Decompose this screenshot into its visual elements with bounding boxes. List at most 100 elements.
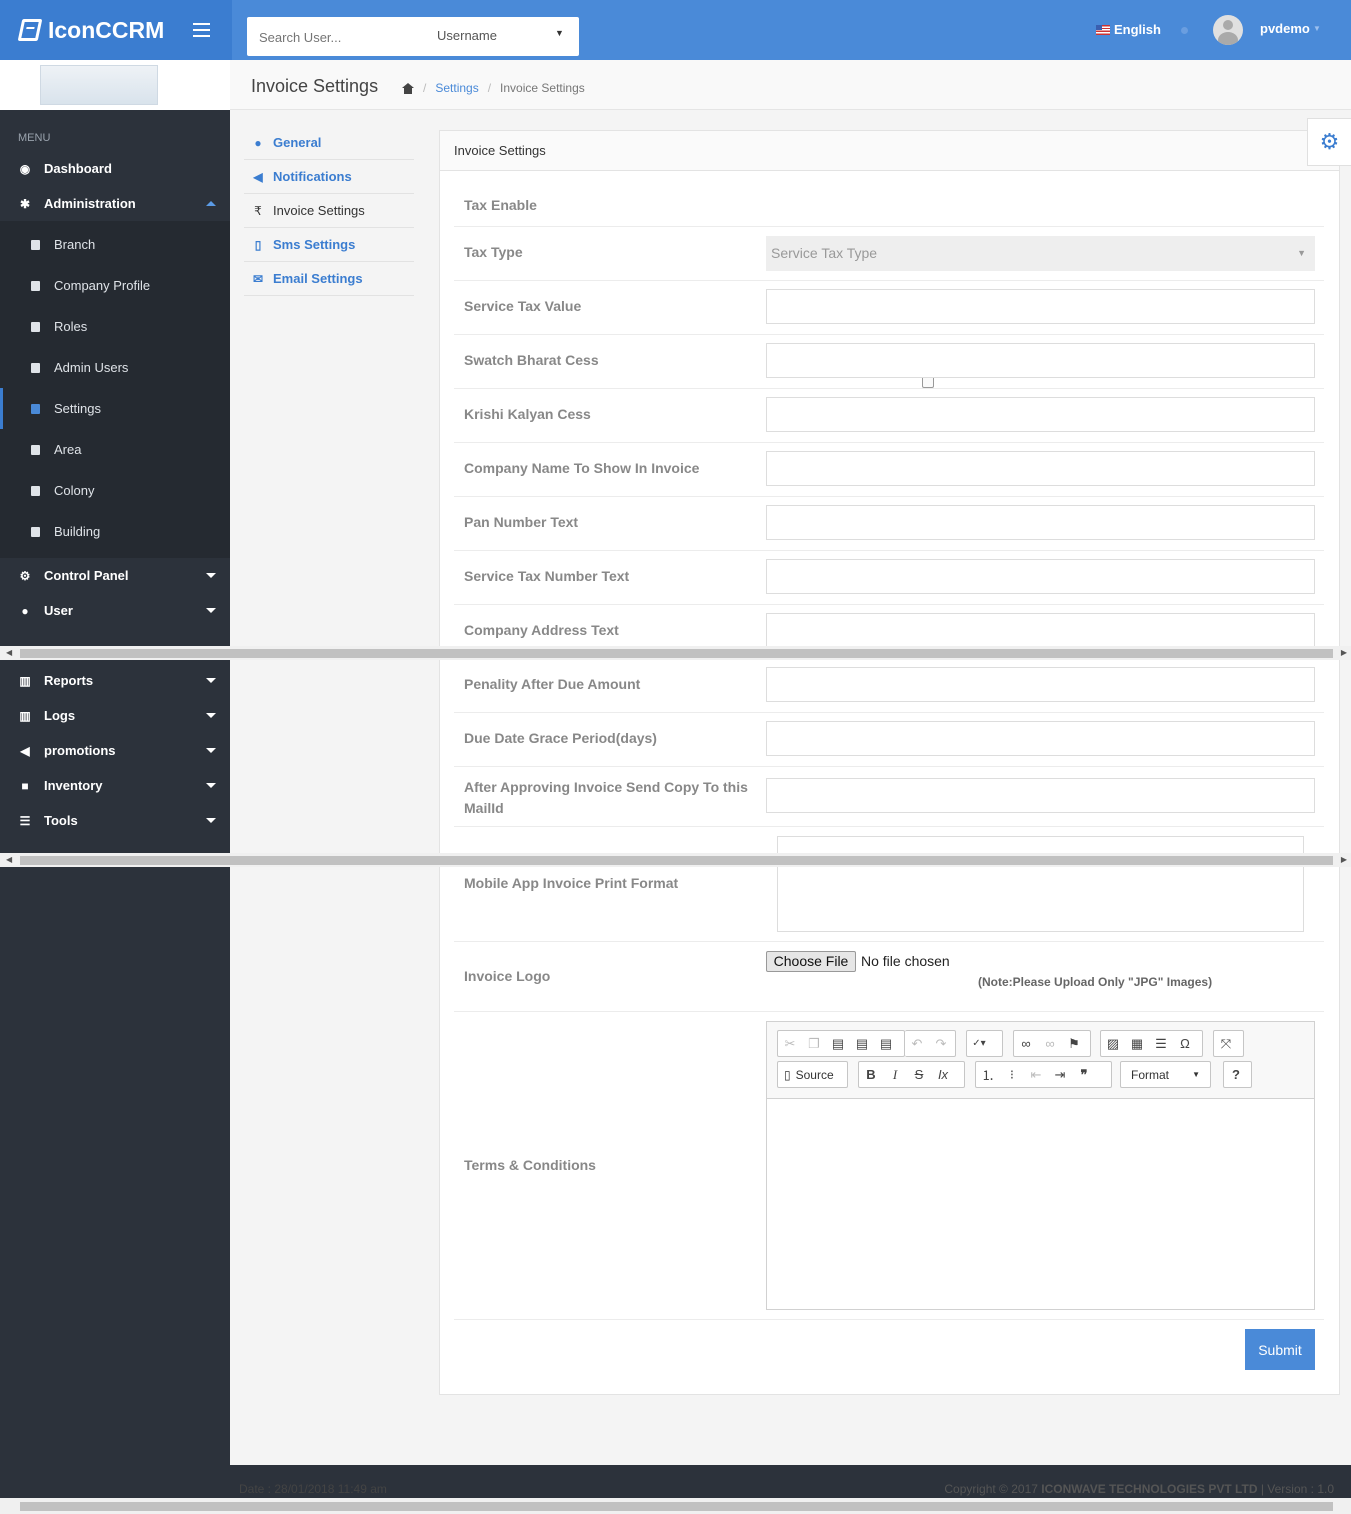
swatch-bharat-cess-input[interactable]	[766, 343, 1315, 378]
horizontal-line-icon[interactable]: ☰	[1149, 1031, 1173, 1056]
sidebar-item-area[interactable]: Area	[0, 429, 230, 470]
form-row-tax-type: Tax Type Service Tax Type ▼	[454, 227, 1324, 281]
settings-nav-general[interactable]: ● General	[244, 126, 414, 160]
horizontal-scrollbar[interactable]: ◀ ▶	[0, 853, 1351, 867]
home-icon[interactable]	[402, 82, 414, 94]
indent-icon[interactable]: ⇥	[1048, 1062, 1072, 1087]
chevron-down-icon: ▼	[1192, 1070, 1200, 1079]
file-icon	[31, 444, 40, 455]
help-icon[interactable]: ?	[1224, 1062, 1248, 1087]
table-icon[interactable]: ▦	[1125, 1031, 1149, 1056]
form-row: Company Name To Show In Invoice	[454, 443, 1324, 497]
footer-copyright: Copyright © 2017 ICONWAVE TECHNOLOGIES P…	[944, 1482, 1334, 1496]
sidebar-item-colony[interactable]: Colony	[0, 470, 230, 511]
sidebar-item-dashboard[interactable]: ◉ Dashboard	[0, 151, 230, 186]
field-label: Company Name To Show In Invoice	[464, 460, 700, 476]
tax-type-label: Tax Type	[464, 244, 523, 260]
settings-gear-button[interactable]: ⚙	[1307, 118, 1351, 166]
sidebar-item-user[interactable]: ● User	[0, 593, 230, 628]
numbered-list-icon[interactable]: ⒈	[976, 1062, 1000, 1087]
settings-nav-notifications[interactable]: ◀ Notifications	[244, 160, 414, 194]
sidebar-item-building[interactable]: Building	[0, 511, 230, 552]
image-icon[interactable]: ▨	[1101, 1031, 1125, 1056]
bold-icon[interactable]: B	[859, 1062, 883, 1087]
sidebar-item-tools[interactable]: ☰ Tools	[0, 803, 230, 838]
avatar[interactable]	[1213, 15, 1243, 45]
tax-type-select[interactable]: Service Tax Type ▼	[766, 236, 1315, 271]
horizontal-scrollbar[interactable]	[0, 1498, 1351, 1514]
page-header	[230, 60, 1351, 110]
blockquote-icon[interactable]: ❞	[1072, 1062, 1096, 1087]
source-button[interactable]: ▯ Source	[777, 1061, 848, 1088]
print-format-textarea[interactable]	[777, 867, 1304, 932]
copy-icon[interactable]: ❐	[802, 1031, 826, 1056]
sidebar-item-branch[interactable]: Branch	[0, 224, 230, 265]
sidebar-item-admin-users[interactable]: Admin Users	[0, 347, 230, 388]
search-input[interactable]	[259, 25, 419, 49]
sidebar-item-settings[interactable]: Settings	[0, 388, 230, 429]
file-icon	[31, 321, 40, 332]
company-address-input[interactable]	[766, 613, 1315, 648]
paste-text-icon[interactable]: ▤	[850, 1031, 874, 1056]
copy-mailid-input[interactable]	[766, 778, 1315, 813]
outdent-icon[interactable]: ⇤	[1024, 1062, 1048, 1087]
maximize-icon[interactable]: ⤧	[1214, 1031, 1238, 1056]
field-label: Krishi Kalyan Cess	[464, 406, 591, 422]
link-icon[interactable]: ∞	[1014, 1031, 1038, 1056]
sidebar-item-control-panel[interactable]: ⚙ Control Panel	[0, 558, 230, 593]
settings-nav-sms[interactable]: ▯ Sms Settings	[244, 228, 414, 262]
notification-dot-icon[interactable]	[1181, 27, 1188, 34]
submit-button[interactable]: Submit	[1245, 1329, 1315, 1370]
caret-down-icon[interactable]: ▼	[1313, 24, 1321, 33]
company-name-input[interactable]	[766, 451, 1315, 486]
settings-nav-email[interactable]: ✉ Email Settings	[244, 262, 414, 296]
mobile-icon: ▯	[254, 237, 262, 252]
field-label: Due Date Grace Period(days)	[464, 730, 657, 746]
editor-content-area[interactable]	[767, 1100, 1314, 1309]
bulleted-list-icon[interactable]: ⁝	[1000, 1062, 1024, 1087]
choose-file-button[interactable]: Choose File	[766, 951, 856, 972]
remove-format-icon[interactable]: Ix	[931, 1062, 955, 1087]
sidebar-item-reports[interactable]: ▥ Reports	[0, 663, 230, 698]
horizontal-scrollbar[interactable]: ◀ ▶	[0, 646, 1351, 660]
unlink-icon[interactable]: ∞	[1038, 1031, 1062, 1056]
grace-period-input[interactable]	[766, 721, 1315, 756]
krishi-kalyan-cess-input[interactable]	[766, 397, 1315, 432]
undo-icon[interactable]: ↶	[905, 1031, 929, 1056]
print-format-textarea-top[interactable]	[777, 836, 1304, 854]
breadcrumb-settings[interactable]: Settings	[435, 81, 478, 95]
paste-word-icon[interactable]: ▤	[874, 1031, 898, 1056]
search-filter-select[interactable]: Username	[437, 28, 497, 43]
chevron-down-icon[interactable]: ▼	[555, 28, 564, 38]
service-tax-number-input[interactable]	[766, 559, 1315, 594]
cut-icon[interactable]: ✂	[778, 1031, 802, 1056]
anchor-flag-icon[interactable]: ⚑	[1062, 1031, 1086, 1056]
italic-icon[interactable]: I	[883, 1062, 907, 1087]
paste-icon[interactable]: ▤	[826, 1031, 850, 1056]
field-label: Pan Number Text	[464, 514, 579, 530]
menu-title: MENU	[18, 132, 51, 144]
redo-icon[interactable]: ↷	[929, 1031, 953, 1056]
sidebar-item-company-profile[interactable]: Company Profile	[0, 265, 230, 306]
sidebar-item-roles[interactable]: Roles	[0, 306, 230, 347]
tax-enable-label: Tax Enable	[464, 197, 537, 213]
search-box: Username ▼	[247, 17, 579, 56]
format-dropdown[interactable]: Format ▼	[1120, 1061, 1211, 1088]
sidebar-item-administration[interactable]: ✱ Administration	[0, 186, 230, 221]
file-icon	[31, 403, 40, 414]
menu-toggle-icon[interactable]	[193, 23, 210, 37]
sidebar-item-promotions[interactable]: ◀ promotions	[0, 733, 230, 768]
pan-number-input[interactable]	[766, 505, 1315, 540]
penalty-amount-input[interactable]	[766, 667, 1315, 702]
settings-nav-invoice[interactable]: ₹ Invoice Settings	[244, 194, 414, 228]
sidebar-item-inventory[interactable]: ■ Inventory	[0, 768, 230, 803]
username-label[interactable]: pvdemo	[1260, 21, 1310, 36]
special-char-icon[interactable]: Ω	[1173, 1031, 1197, 1056]
strikethrough-icon[interactable]: S	[907, 1062, 931, 1087]
spellcheck-icon[interactable]: ✓▾	[967, 1031, 991, 1056]
language-selector[interactable]: English	[1096, 22, 1161, 37]
print-format-label: Mobile App Invoice Print Format	[464, 875, 679, 891]
form-row: Due Date Grace Period(days)	[454, 713, 1324, 767]
service-tax-value-input[interactable]	[766, 289, 1315, 324]
sidebar-item-logs[interactable]: ▥ Logs	[0, 698, 230, 733]
